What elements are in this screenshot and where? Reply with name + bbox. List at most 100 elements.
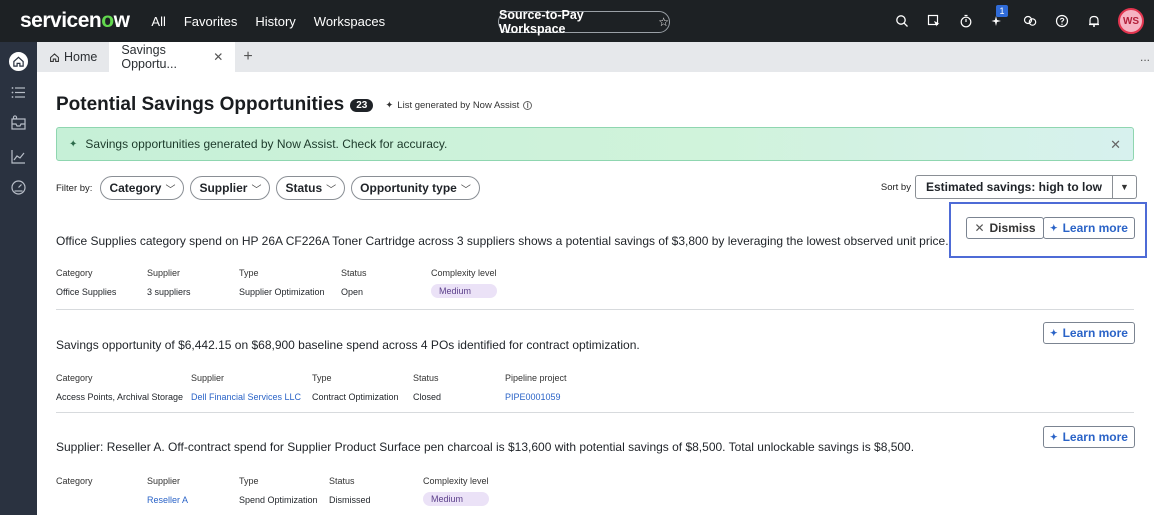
supplier-link[interactable]: Reseller A	[147, 495, 239, 505]
workspace-name: Source-to-Pay Workspace	[499, 8, 584, 36]
learn-more-button[interactable]: ✦ Learn more	[1043, 426, 1135, 448]
star-icon[interactable]: ☆	[658, 15, 669, 29]
filter-supplier-label: Supplier	[199, 181, 248, 195]
meta-label: Status	[413, 373, 439, 383]
tab-home-label: Home	[64, 50, 98, 64]
meta-label: Category	[56, 373, 93, 383]
notification-badge: 1	[996, 5, 1008, 17]
meta-value: Spend Optimization	[239, 495, 318, 505]
now-assist-icon[interactable]: 1	[990, 5, 1008, 29]
tab-strip: Home Savings Opportu... ✕ + ...	[37, 42, 1154, 72]
help-icon[interactable]	[1054, 13, 1070, 29]
pipeline-project-link[interactable]: PIPE0001059	[505, 392, 567, 402]
chevron-down-icon: ﹀	[326, 184, 337, 196]
meta-label: Supplier	[147, 268, 181, 278]
sort-select[interactable]: Estimated savings: high to low	[914, 175, 1113, 199]
dismiss-label: Dismiss	[989, 221, 1036, 235]
meta-label: Type	[239, 476, 259, 486]
pointer-select-icon[interactable]	[926, 13, 942, 29]
workspace-selector[interactable]: Source-to-Pay Workspace ☆	[498, 8, 670, 36]
card-description: Savings opportunity of $6,442.15 on $68,…	[56, 338, 640, 352]
tab-home[interactable]: Home	[37, 42, 109, 72]
learn-more-label: Learn more	[1062, 221, 1128, 235]
chevron-down-icon: ﹀	[251, 184, 262, 196]
sparkle-icon: ✦	[1050, 431, 1058, 442]
home-icon	[50, 52, 59, 62]
home-rail-button[interactable]	[7, 50, 30, 73]
meta-label: Type	[312, 373, 332, 383]
sort-control: Sort by Estimated savings: high to low ▼	[881, 175, 1137, 199]
now-assist-sparkle-icon: ✦	[385, 99, 394, 111]
generated-note: ✦ List generated by Now Assist i	[385, 99, 533, 111]
sort-label: Sort by	[880, 181, 911, 193]
filter-opportunity-type-label: Opportunity type	[360, 181, 457, 195]
timer-icon[interactable]	[958, 13, 974, 29]
search-icon[interactable]	[894, 13, 910, 29]
opportunity-card: Office Supplies category spend on HP 26A…	[56, 202, 1147, 310]
nav-icon-group: 1 WS	[894, 0, 1144, 42]
filter-label: Filter by:	[56, 182, 93, 194]
tab-active-label: Savings Opportu...	[121, 43, 177, 71]
banner-text: Savings opportunities generated by Now A…	[85, 137, 448, 151]
complexity-tag: Medium	[431, 284, 497, 298]
filter-status[interactable]: Status ﹀	[276, 176, 346, 200]
sparkle-icon: ✦	[1050, 327, 1058, 338]
sort-dropdown-caret-icon[interactable]: ▼	[1113, 175, 1137, 199]
dashboard-gauge-icon[interactable]	[10, 179, 27, 196]
close-icon: ✕	[974, 221, 985, 235]
inbox-icon[interactable]	[10, 115, 27, 132]
meta-label: Supplier	[191, 373, 225, 383]
top-nav: servicenow All Favorites History Workspa…	[0, 0, 1154, 42]
sparkle-icon: ✦	[1050, 222, 1058, 233]
nav-history[interactable]: History	[255, 14, 295, 29]
meta-label: Status	[341, 268, 367, 278]
close-tab-icon[interactable]: ✕	[213, 50, 223, 64]
title-row: Potential Savings Opportunities 23 ✦ Lis…	[56, 94, 533, 116]
card-meta: Category Access Points, Archival Storage …	[56, 373, 567, 402]
dismiss-button[interactable]: ✕ Dismiss	[966, 217, 1044, 239]
servicenow-logo[interactable]: servicenow	[20, 9, 130, 33]
analytics-icon[interactable]	[10, 148, 27, 165]
meta-label: Status	[329, 476, 355, 486]
learn-more-button[interactable]: ✦ Learn more	[1043, 322, 1135, 344]
filter-bar: Filter by: Category ﹀ Supplier ﹀ Status ﹀ O…	[56, 176, 480, 200]
card-description: Office Supplies category spend on HP 26A…	[56, 234, 949, 248]
complexity-tag: Medium	[423, 492, 489, 506]
more-options-icon[interactable]: ...	[1140, 50, 1150, 64]
now-assist-banner: ✦ Savings opportunities generated by Now…	[56, 127, 1134, 161]
meta-value: Closed	[413, 392, 442, 402]
left-rail	[0, 42, 37, 515]
chevron-down-icon: ﹀	[165, 184, 176, 196]
opportunity-card: Supplier: Reseller A. Off-contract spend…	[56, 413, 1135, 515]
meta-label: Complexity level	[423, 476, 489, 486]
sparkle-icon: ✦	[69, 138, 78, 150]
meta-value: Office Supplies	[56, 287, 117, 297]
nav-favorites[interactable]: Favorites	[184, 14, 237, 29]
user-avatar[interactable]: WS	[1118, 8, 1144, 34]
meta-label: Category	[56, 476, 93, 486]
supplier-link[interactable]: Dell Financial Services LLC	[191, 392, 312, 402]
meta-label: Type	[239, 268, 259, 278]
meta-value: Access Points, Archival Storage	[56, 392, 184, 402]
meta-value: 3 suppliers	[147, 287, 191, 297]
tab-savings-opportunities[interactable]: Savings Opportu... ✕	[109, 42, 236, 72]
info-icon[interactable]: i	[523, 100, 533, 110]
list-icon[interactable]	[10, 84, 27, 101]
card-meta: Category Office Supplies Supplier 3 suppli…	[56, 268, 497, 298]
nav-all[interactable]: All	[151, 14, 165, 29]
meta-value: Supplier Optimization	[239, 287, 325, 297]
close-banner-icon[interactable]: ✕	[1110, 137, 1121, 153]
nav-links: All Favorites History Workspaces	[151, 14, 385, 29]
nav-workspaces[interactable]: Workspaces	[314, 14, 385, 29]
filter-category[interactable]: Category ﹀	[100, 176, 185, 200]
filter-supplier[interactable]: Supplier ﹀	[190, 176, 271, 200]
opportunity-card: Savings opportunity of $6,442.15 on $68,…	[56, 310, 1135, 413]
meta-label: Pipeline project	[505, 373, 567, 383]
add-tab-button[interactable]: +	[235, 42, 260, 72]
filter-opportunity-type[interactable]: Opportunity type ﹀	[351, 176, 480, 200]
chat-icon[interactable]	[1022, 13, 1038, 29]
learn-more-button[interactable]: ✦ Learn more	[1043, 217, 1135, 239]
meta-value: Contract Optimization	[312, 392, 399, 402]
bell-icon[interactable]	[1086, 13, 1102, 29]
filter-status-label: Status	[285, 181, 323, 195]
